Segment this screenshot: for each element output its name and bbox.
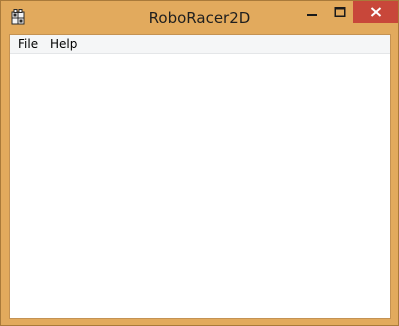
menu-item-file[interactable]: File <box>14 36 42 52</box>
close-button[interactable] <box>353 1 398 23</box>
app-icon[interactable] <box>11 9 25 25</box>
menu-item-help[interactable]: Help <box>46 36 81 52</box>
app-window: RoboRacer2D File Help <box>0 0 399 326</box>
maximize-icon <box>334 7 345 17</box>
minimize-icon <box>307 14 317 16</box>
client-area: File Help <box>9 34 391 319</box>
game-canvas[interactable] <box>10 54 390 318</box>
maximize-button[interactable] <box>326 1 353 23</box>
title-bar[interactable]: RoboRacer2D <box>1 1 398 34</box>
close-icon <box>370 7 381 17</box>
minimize-button[interactable] <box>298 1 326 23</box>
menu-bar: File Help <box>10 35 390 54</box>
